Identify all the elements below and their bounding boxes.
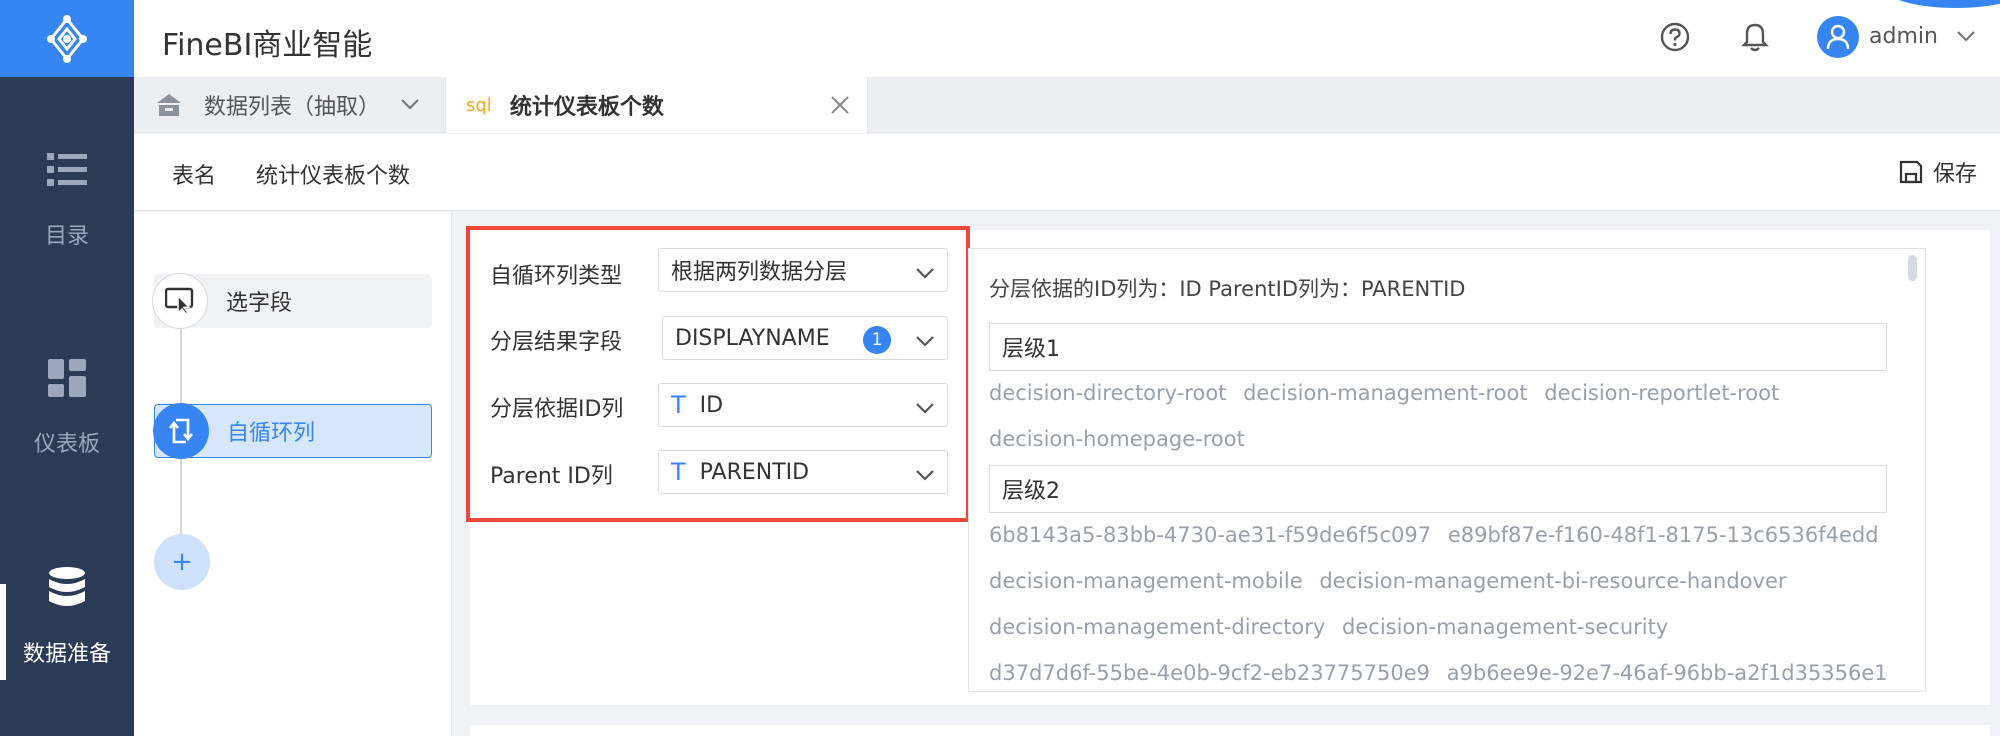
- app-logo[interactable]: [0, 0, 134, 77]
- value-item: decision-directory-root: [989, 381, 1227, 405]
- dashboard-icon: [45, 356, 89, 400]
- value-item: e89bf87e-f160-48f1-8175-13c6536f4edd: [1447, 523, 1879, 547]
- nav-label-data-prep: 数据准备: [22, 642, 111, 667]
- level-1-label: 层级1: [1002, 337, 1060, 362]
- value-item: d37d7d6f-55be-4e0b-9cf2-eb23775750e9: [989, 661, 1431, 685]
- type-select[interactable]: 根据两列数据分层: [658, 248, 948, 292]
- step-flow-panel: 选字段 自循环列 +: [134, 212, 452, 736]
- step-self-loop-label: 自循环列: [227, 421, 316, 446]
- type-label: 自循环列类型: [490, 264, 623, 289]
- chevron-down-icon: [915, 463, 935, 488]
- level-2-header: 层级2: [989, 465, 1887, 513]
- value-item: a9b6ee9e-92e7-46af-96bb-a2f1d35356e1: [1446, 661, 1888, 685]
- table-name-label: 表名: [172, 164, 217, 189]
- chevron-down-icon: [915, 261, 935, 286]
- left-nav: 目录 仪表板 数据准备: [0, 0, 134, 736]
- chevron-down-icon: [915, 329, 935, 354]
- corner-decoration: [1886, 0, 2000, 8]
- level-1-header: 层级1: [989, 323, 1887, 371]
- value-item: decision-homepage-root: [989, 427, 1245, 451]
- parent-id-label: Parent ID列: [490, 464, 613, 489]
- nav-item-data-prep[interactable]: 数据准备: [0, 566, 134, 668]
- chevron-down-icon[interactable]: [400, 97, 420, 111]
- value-item: decision-management-directory: [989, 615, 1326, 639]
- value-item: 6b8143a5-83bb-4730-ae31-f59de6f5c097: [989, 523, 1432, 547]
- chevron-down-icon: [915, 396, 935, 421]
- close-icon[interactable]: [830, 95, 850, 115]
- id-column-select[interactable]: T ID: [658, 383, 948, 427]
- id-column-value: ID: [699, 392, 724, 418]
- avatar[interactable]: [1817, 16, 1859, 58]
- type-select-value: 根据两列数据分层: [671, 260, 848, 285]
- id-column-label: 分层依据ID列: [490, 397, 624, 422]
- text-type-icon: T: [671, 458, 686, 486]
- nav-label-dashboard: 仪表板: [33, 432, 100, 457]
- value-item: decision-management-security: [1342, 615, 1669, 639]
- value-row: decision-directory-root decision-managem…: [989, 381, 1789, 405]
- result-field-select[interactable]: DISPLAYNAME 1: [662, 316, 948, 360]
- tab-bar: 数据列表（抽取） sql 统计仪表板个数: [134, 77, 2000, 133]
- tab-sql-active[interactable]: sql 统计仪表板个数: [445, 77, 868, 133]
- tab-active-label: 统计仪表板个数: [509, 95, 664, 120]
- result-label: 分层结果字段: [490, 330, 623, 355]
- parent-id-value: PARENTID: [699, 459, 810, 485]
- select-field-icon: [152, 273, 208, 329]
- nav-item-catalog[interactable]: 目录: [0, 148, 134, 250]
- user-icon: [1826, 24, 1850, 50]
- step-select-fields-label: 选字段: [226, 291, 293, 316]
- hierarchy-preview: 分层依据的ID列为：ID ParentID列为：PARENTID 层级1 dec…: [968, 248, 1926, 692]
- nav-item-dashboard[interactable]: 仪表板: [0, 356, 134, 458]
- home-icon: [156, 93, 182, 117]
- selected-count-badge: 1: [863, 326, 891, 354]
- level-2-label: 层级2: [1002, 479, 1060, 504]
- value-item: decision-management-mobile: [989, 569, 1303, 593]
- sql-badge: sql: [466, 94, 492, 116]
- result-field-value: DISPLAYNAME: [675, 325, 830, 351]
- save-button[interactable]: 保存: [1899, 156, 1977, 188]
- add-step-button[interactable]: +: [154, 534, 210, 590]
- table-name-value[interactable]: 统计仪表板个数: [256, 158, 410, 190]
- tab-data-list-label: 数据列表（抽取）: [204, 95, 381, 120]
- parent-id-select[interactable]: T PARENTID: [658, 450, 948, 494]
- self-loop-icon: [153, 403, 209, 459]
- username[interactable]: admin: [1869, 24, 1938, 49]
- help-icon[interactable]: [1658, 20, 1692, 54]
- logo-icon: [47, 14, 87, 63]
- table-toolbar: 表名 统计仪表板个数 保存: [134, 134, 2000, 211]
- top-header: FineBI商业智能 admin: [134, 0, 2000, 77]
- value-item: decision-management-bi-resource-handover: [1319, 569, 1787, 593]
- tab-data-list[interactable]: 数据列表（抽取）: [134, 77, 445, 133]
- value-row: d37d7d6f-55be-4e0b-9cf2-eb23775750e9 a9b…: [989, 661, 1898, 685]
- bell-icon[interactable]: [1738, 20, 1772, 54]
- app-title: FineBI商业智能: [162, 28, 373, 63]
- scrollbar[interactable]: [1908, 255, 1917, 281]
- save-icon: [1899, 160, 1923, 184]
- value-item: decision-management-root: [1243, 381, 1528, 405]
- step-self-loop-column[interactable]: 自循环列: [153, 403, 432, 459]
- text-type-icon: T: [671, 391, 686, 419]
- save-label: 保存: [1933, 162, 1978, 187]
- value-row: decision-management-mobile decision-mana…: [989, 569, 1797, 593]
- value-row: decision-homepage-root: [989, 427, 1255, 451]
- database-icon: [45, 566, 89, 610]
- value-row: decision-management-directory decision-m…: [989, 615, 1678, 639]
- nav-label-catalog: 目录: [44, 224, 89, 249]
- value-row: 6b8143a5-83bb-4730-ae31-f59de6f5c097 e89…: [989, 523, 1889, 547]
- config-footer: [470, 725, 1990, 736]
- preview-heading: 分层依据的ID列为：ID ParentID列为：PARENTID: [989, 277, 1466, 301]
- list-icon: [45, 148, 89, 192]
- chevron-down-icon[interactable]: [1956, 28, 1976, 47]
- value-item: decision-reportlet-root: [1544, 381, 1780, 405]
- step-select-fields[interactable]: 选字段: [152, 273, 432, 329]
